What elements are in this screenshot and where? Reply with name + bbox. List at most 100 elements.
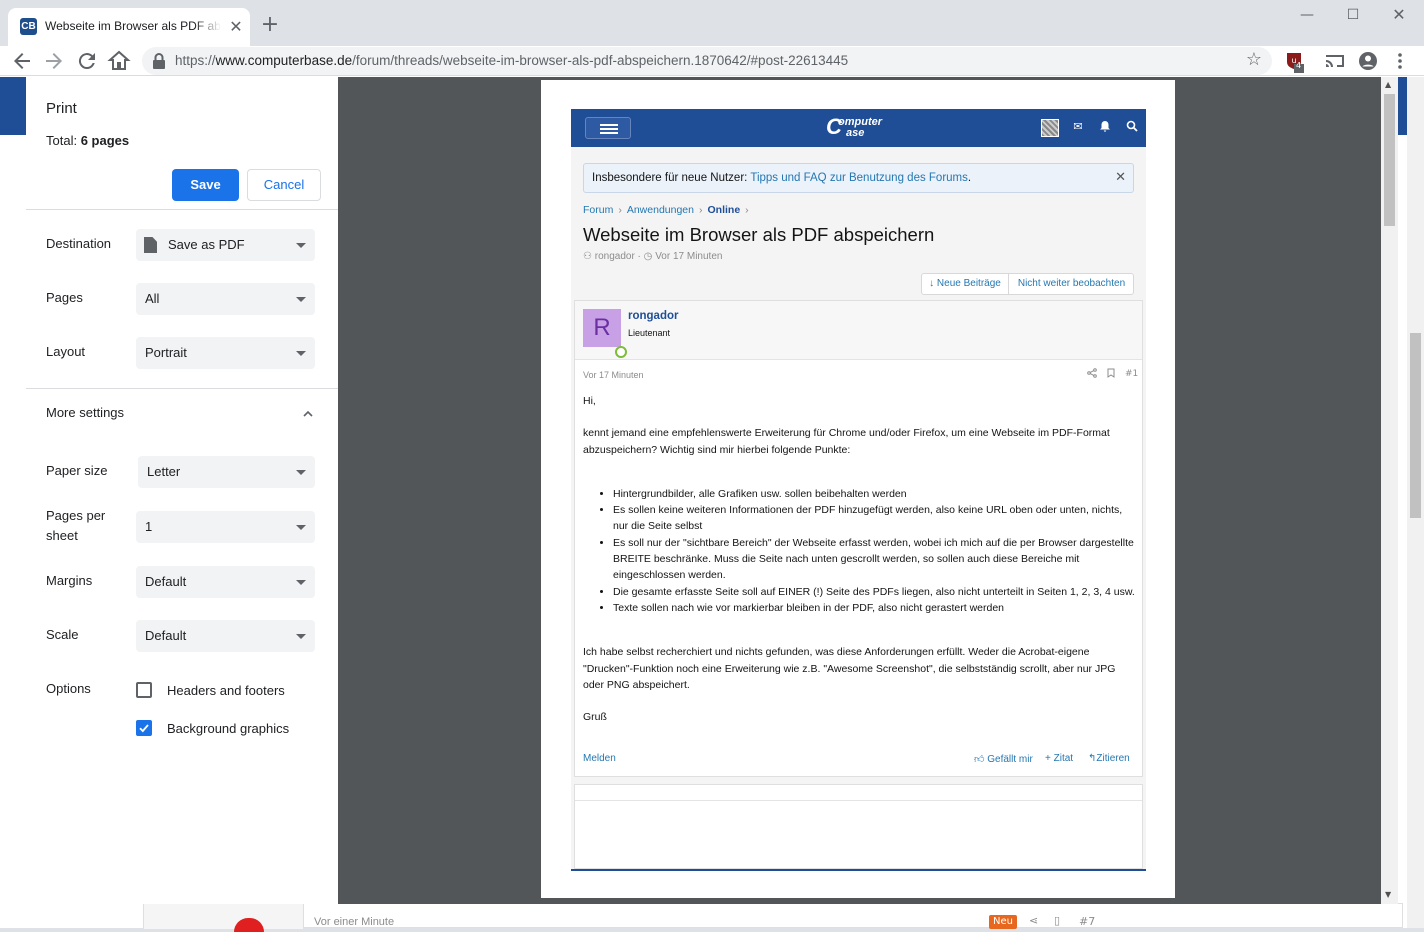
mail-icon: ✉ xyxy=(1073,120,1083,133)
quote-label: Zitieren xyxy=(1096,753,1130,764)
layout-select[interactable]: Portrait xyxy=(136,337,315,369)
like-label: Gefällt mir xyxy=(987,754,1033,765)
post-paragraph: kennt jemand eine empfehlenswerte Erweit… xyxy=(583,427,1110,456)
reload-icon[interactable] xyxy=(75,49,99,73)
close-icon: ✕ xyxy=(1115,170,1126,185)
options-label: Options xyxy=(46,681,91,696)
browser-window: CB Webseite im Browser als PDF abspeiche… xyxy=(0,0,1424,932)
window-minimize-button[interactable]: — xyxy=(1284,0,1330,30)
computerbase-favicon-icon: CB xyxy=(20,18,37,35)
post-bullet-list: Hintergrundbilder, alle Grafiken usw. so… xyxy=(613,486,1135,616)
scale-select[interactable]: Default xyxy=(136,620,315,652)
scale-value: Default xyxy=(145,628,187,643)
pages-label: Pages xyxy=(46,290,83,305)
menu-icon[interactable] xyxy=(1388,49,1412,73)
avatar: R xyxy=(583,309,621,347)
more-settings-toggle[interactable]: More settings xyxy=(46,403,124,423)
browser-tab[interactable]: CB Webseite im Browser als PDF abspeiche… xyxy=(8,8,250,46)
user-icon: ⚇ xyxy=(583,251,595,262)
pages-per-sheet-label: Pages per sheet xyxy=(46,506,105,546)
post-footer: Melden 👍︎ Gefällt mir + Zitat ↰Zitieren xyxy=(583,753,1135,769)
list-item: Es soll nur der "sichtbare Bereich" der … xyxy=(613,535,1135,584)
forum-header: C omputer ase ✉ xyxy=(571,109,1146,147)
dropdown-arrow-icon xyxy=(296,297,306,302)
star-icon[interactable]: ☆ xyxy=(1246,49,1262,70)
destination-select[interactable]: Save as PDF xyxy=(136,229,315,261)
total-pages: 6 pages xyxy=(80,133,130,148)
report-link: Melden xyxy=(583,753,616,764)
chevron-up-icon[interactable] xyxy=(302,405,314,417)
post-greeting: Hi, xyxy=(583,395,596,407)
list-item: Es sollen keine weiteren Informationen d… xyxy=(613,502,1135,535)
notice-prefix: Insbesondere für neue Nutzer: xyxy=(592,172,751,184)
breadcrumb-item: Forum xyxy=(583,204,614,216)
headers-footers-checkbox[interactable] xyxy=(136,682,152,698)
scroll-up-arrow-icon[interactable]: ▲ xyxy=(1385,80,1391,89)
pages-per-sheet-value: 1 xyxy=(145,519,153,534)
print-title: Print xyxy=(46,100,77,117)
preview-page: C omputer ase ✉ Insbesondere für neue Nu… xyxy=(541,80,1175,898)
browser-toolbar: https://www.computerbase.de/forum/thread… xyxy=(0,46,1424,76)
window-maximize-button[interactable]: ☐ xyxy=(1330,0,1376,30)
post-paragraph: Ich habe selbst recherchiert und nichts … xyxy=(583,646,1116,691)
notice-text: Insbesondere für neue Nutzer: Tipps und … xyxy=(592,172,971,184)
cast-icon[interactable] xyxy=(1323,49,1347,73)
dropdown-arrow-icon xyxy=(296,580,306,585)
background-graphics-label[interactable]: Background graphics xyxy=(167,721,289,736)
dropdown-arrow-icon xyxy=(296,634,306,639)
breadcrumb-separator: › xyxy=(699,204,703,216)
forum-body: Insbesondere für neue Nutzer: Tipps und … xyxy=(571,147,1146,869)
print-total: Total: 6 pages xyxy=(46,133,129,148)
user-avatar-icon xyxy=(1041,119,1059,137)
share-icon: ⋖ xyxy=(1029,914,1039,927)
post-username: rongador xyxy=(628,310,679,322)
list-item: Hintergrundbilder, alle Grafiken usw. so… xyxy=(613,486,1135,502)
notice-link: Tipps und FAQ zur Benutzung des Forums xyxy=(750,172,968,184)
search-icon xyxy=(1125,120,1139,134)
paper-size-value: Letter xyxy=(147,464,181,479)
extension-icon[interactable]: u 4 xyxy=(1282,49,1306,73)
new-tab-button[interactable]: + xyxy=(258,14,282,38)
tab-close-icon[interactable]: ✕ xyxy=(226,17,246,37)
page-bottom-rule xyxy=(571,869,1146,871)
url-text[interactable]: https://www.computerbase.de/forum/thread… xyxy=(175,53,848,68)
scroll-down-arrow-icon[interactable]: ▼ xyxy=(1385,890,1391,899)
like-link: 👍︎ Gefällt mir xyxy=(974,753,1033,765)
url-scheme: https:// xyxy=(175,53,216,68)
address-bar[interactable]: https://www.computerbase.de/forum/thread… xyxy=(142,47,1272,75)
page-scrollbar-thumb[interactable] xyxy=(1410,333,1421,518)
paper-size-select[interactable]: Letter xyxy=(138,456,315,488)
next-post xyxy=(574,784,1143,869)
thread-meta: ⚇ rongador · ◷ Vor 17 Minuten xyxy=(583,251,723,262)
window-close-button[interactable]: ✕ xyxy=(1376,0,1422,30)
post-time: Vor 17 Minuten xyxy=(583,370,644,380)
post-number: #1 xyxy=(1125,369,1139,379)
background-post-time: Vor einer Minute xyxy=(314,916,395,928)
post-body: Hi, kennt jemand eine empfehlenswerte Er… xyxy=(583,393,1135,725)
computerbase-logo: C omputer ase xyxy=(826,114,896,142)
margins-select[interactable]: Default xyxy=(136,566,315,598)
profile-icon[interactable] xyxy=(1356,49,1380,73)
thread-author: rongador xyxy=(594,251,635,262)
pages-select[interactable]: All xyxy=(136,283,315,315)
pages-per-sheet-label-line2: sheet xyxy=(46,528,78,543)
headers-footers-label[interactable]: Headers and footers xyxy=(167,683,285,698)
background-graphics-checkbox[interactable] xyxy=(136,720,152,736)
new-posts-button: ↓ Neue Beiträge xyxy=(922,274,1009,294)
layout-label: Layout xyxy=(46,344,86,359)
multi-quote-link: + Zitat xyxy=(1045,753,1074,764)
forward-icon[interactable] xyxy=(42,49,66,73)
destination-value: Save as PDF xyxy=(168,237,245,252)
cancel-button[interactable]: Cancel xyxy=(247,169,321,201)
breadcrumb: Forum › Anwendungen › Online › xyxy=(583,204,754,216)
back-icon[interactable] xyxy=(10,49,34,73)
pages-per-sheet-select[interactable]: 1 xyxy=(136,511,315,543)
hamburger-menu-icon xyxy=(585,117,631,139)
post-user-block: R rongador Lieutenant xyxy=(575,301,1142,360)
paper-size-label: Paper size xyxy=(46,463,108,478)
thread-time: Vor 17 Minuten xyxy=(655,251,723,262)
preview-scrollbar-thumb[interactable] xyxy=(1384,94,1395,226)
save-button[interactable]: Save xyxy=(172,169,239,201)
url-host: www.computerbase.de xyxy=(215,53,353,68)
home-icon[interactable] xyxy=(107,49,131,73)
